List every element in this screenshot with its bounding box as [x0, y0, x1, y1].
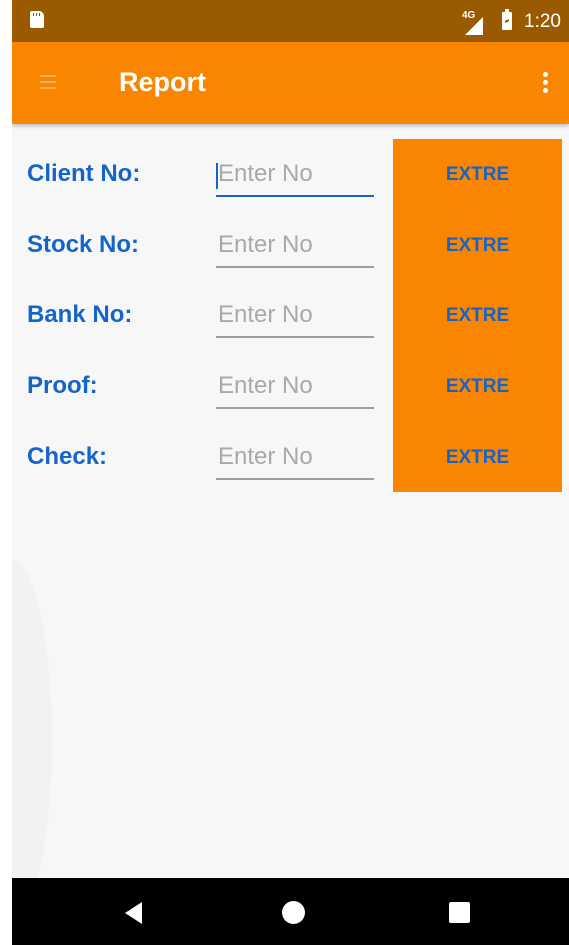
proof-input[interactable] — [216, 365, 374, 409]
home-icon[interactable] — [282, 901, 305, 924]
status-clock: 1:20 — [524, 11, 561, 32]
proof-label: Proof: — [27, 372, 98, 399]
extre-client-button[interactable]: EXTRE — [393, 145, 562, 205]
check-label: Check: — [27, 443, 108, 470]
navigation-bar — [12, 878, 569, 945]
extre-button-panel: EXTRE EXTRE EXTRE EXTRE EXTRE — [393, 139, 562, 492]
extre-stock-button[interactable]: EXTRE — [393, 216, 562, 276]
form-row-bank: Bank No: — [12, 294, 393, 354]
form-row-check: Check: — [12, 436, 393, 496]
extre-check-button[interactable]: EXTRE — [393, 428, 562, 488]
form-row-proof: Proof: — [12, 365, 393, 425]
overflow-menu-icon[interactable] — [535, 72, 555, 98]
back-icon[interactable] — [125, 902, 142, 924]
status-bar: 4G 1:20 — [12, 0, 569, 42]
extre-proof-button[interactable]: EXTRE — [393, 357, 562, 417]
text-cursor — [216, 163, 218, 189]
check-input[interactable] — [216, 436, 374, 480]
bank-no-label: Bank No: — [27, 301, 133, 328]
form-row-client: Client No: — [12, 153, 393, 213]
bank-no-input[interactable] — [216, 294, 374, 338]
app-bar: Report — [12, 42, 569, 124]
client-no-label: Client No: — [27, 160, 141, 187]
stock-no-input[interactable] — [216, 224, 374, 268]
recents-icon[interactable] — [449, 902, 470, 923]
stock-no-label: Stock No: — [27, 231, 140, 258]
menu-icon[interactable] — [40, 75, 56, 91]
client-no-input[interactable] — [216, 153, 374, 197]
extre-bank-button[interactable]: EXTRE — [393, 286, 562, 346]
form-row-stock: Stock No: — [12, 224, 393, 284]
battery-charging-icon — [502, 9, 512, 30]
signal-icon — [465, 17, 483, 35]
background-artifact — [12, 560, 52, 920]
sd-card-icon — [30, 11, 44, 28]
page-title: Report — [119, 67, 206, 97]
app-screen: 4G 1:20 Report Client No: Stock No: Bank… — [12, 0, 569, 945]
